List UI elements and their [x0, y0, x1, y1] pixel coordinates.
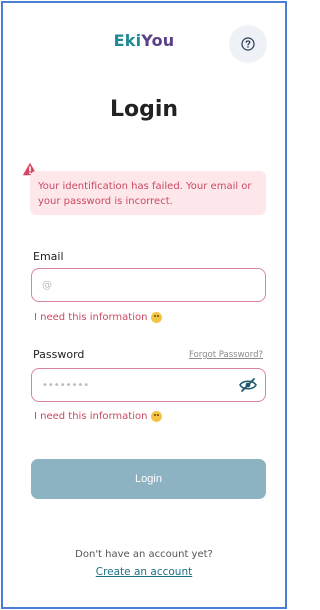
- toggle-password-visibility[interactable]: [239, 377, 257, 397]
- forgot-password-link[interactable]: Forgot Password?: [189, 350, 263, 360]
- page-title: Login: [109, 97, 179, 122]
- login-screen: EkiYou Login Your identification has fai…: [1, 1, 287, 609]
- email-field-wrapper: [31, 268, 266, 302]
- question-circle-icon: [241, 37, 255, 51]
- password-error-text: I need this information: [34, 411, 148, 422]
- eye-slash-icon: [239, 378, 257, 392]
- password-error: I need this information: [34, 411, 163, 422]
- emoji-face-icon: [151, 411, 163, 422]
- header: EkiYou: [3, 3, 285, 83]
- emoji-face-icon: [151, 312, 163, 323]
- email-label: Email: [33, 250, 64, 263]
- login-button[interactable]: Login: [31, 459, 266, 499]
- email-field[interactable]: [42, 279, 255, 291]
- email-error-text: I need this information: [34, 312, 148, 323]
- password-field-wrapper: [31, 368, 266, 402]
- logo-part-you: You: [141, 31, 175, 50]
- password-label: Password: [33, 348, 85, 361]
- logo-part-eki: Eki: [113, 31, 142, 50]
- email-error: I need this information: [34, 312, 163, 323]
- help-button[interactable]: [229, 25, 267, 63]
- create-account-link[interactable]: Create an account: [3, 566, 285, 578]
- error-message: Your identification has failed. Your ema…: [38, 181, 252, 207]
- no-account-text: Don't have an account yet?: [75, 549, 213, 560]
- password-field[interactable]: [42, 379, 255, 391]
- error-alert: Your identification has failed. Your ema…: [30, 171, 266, 215]
